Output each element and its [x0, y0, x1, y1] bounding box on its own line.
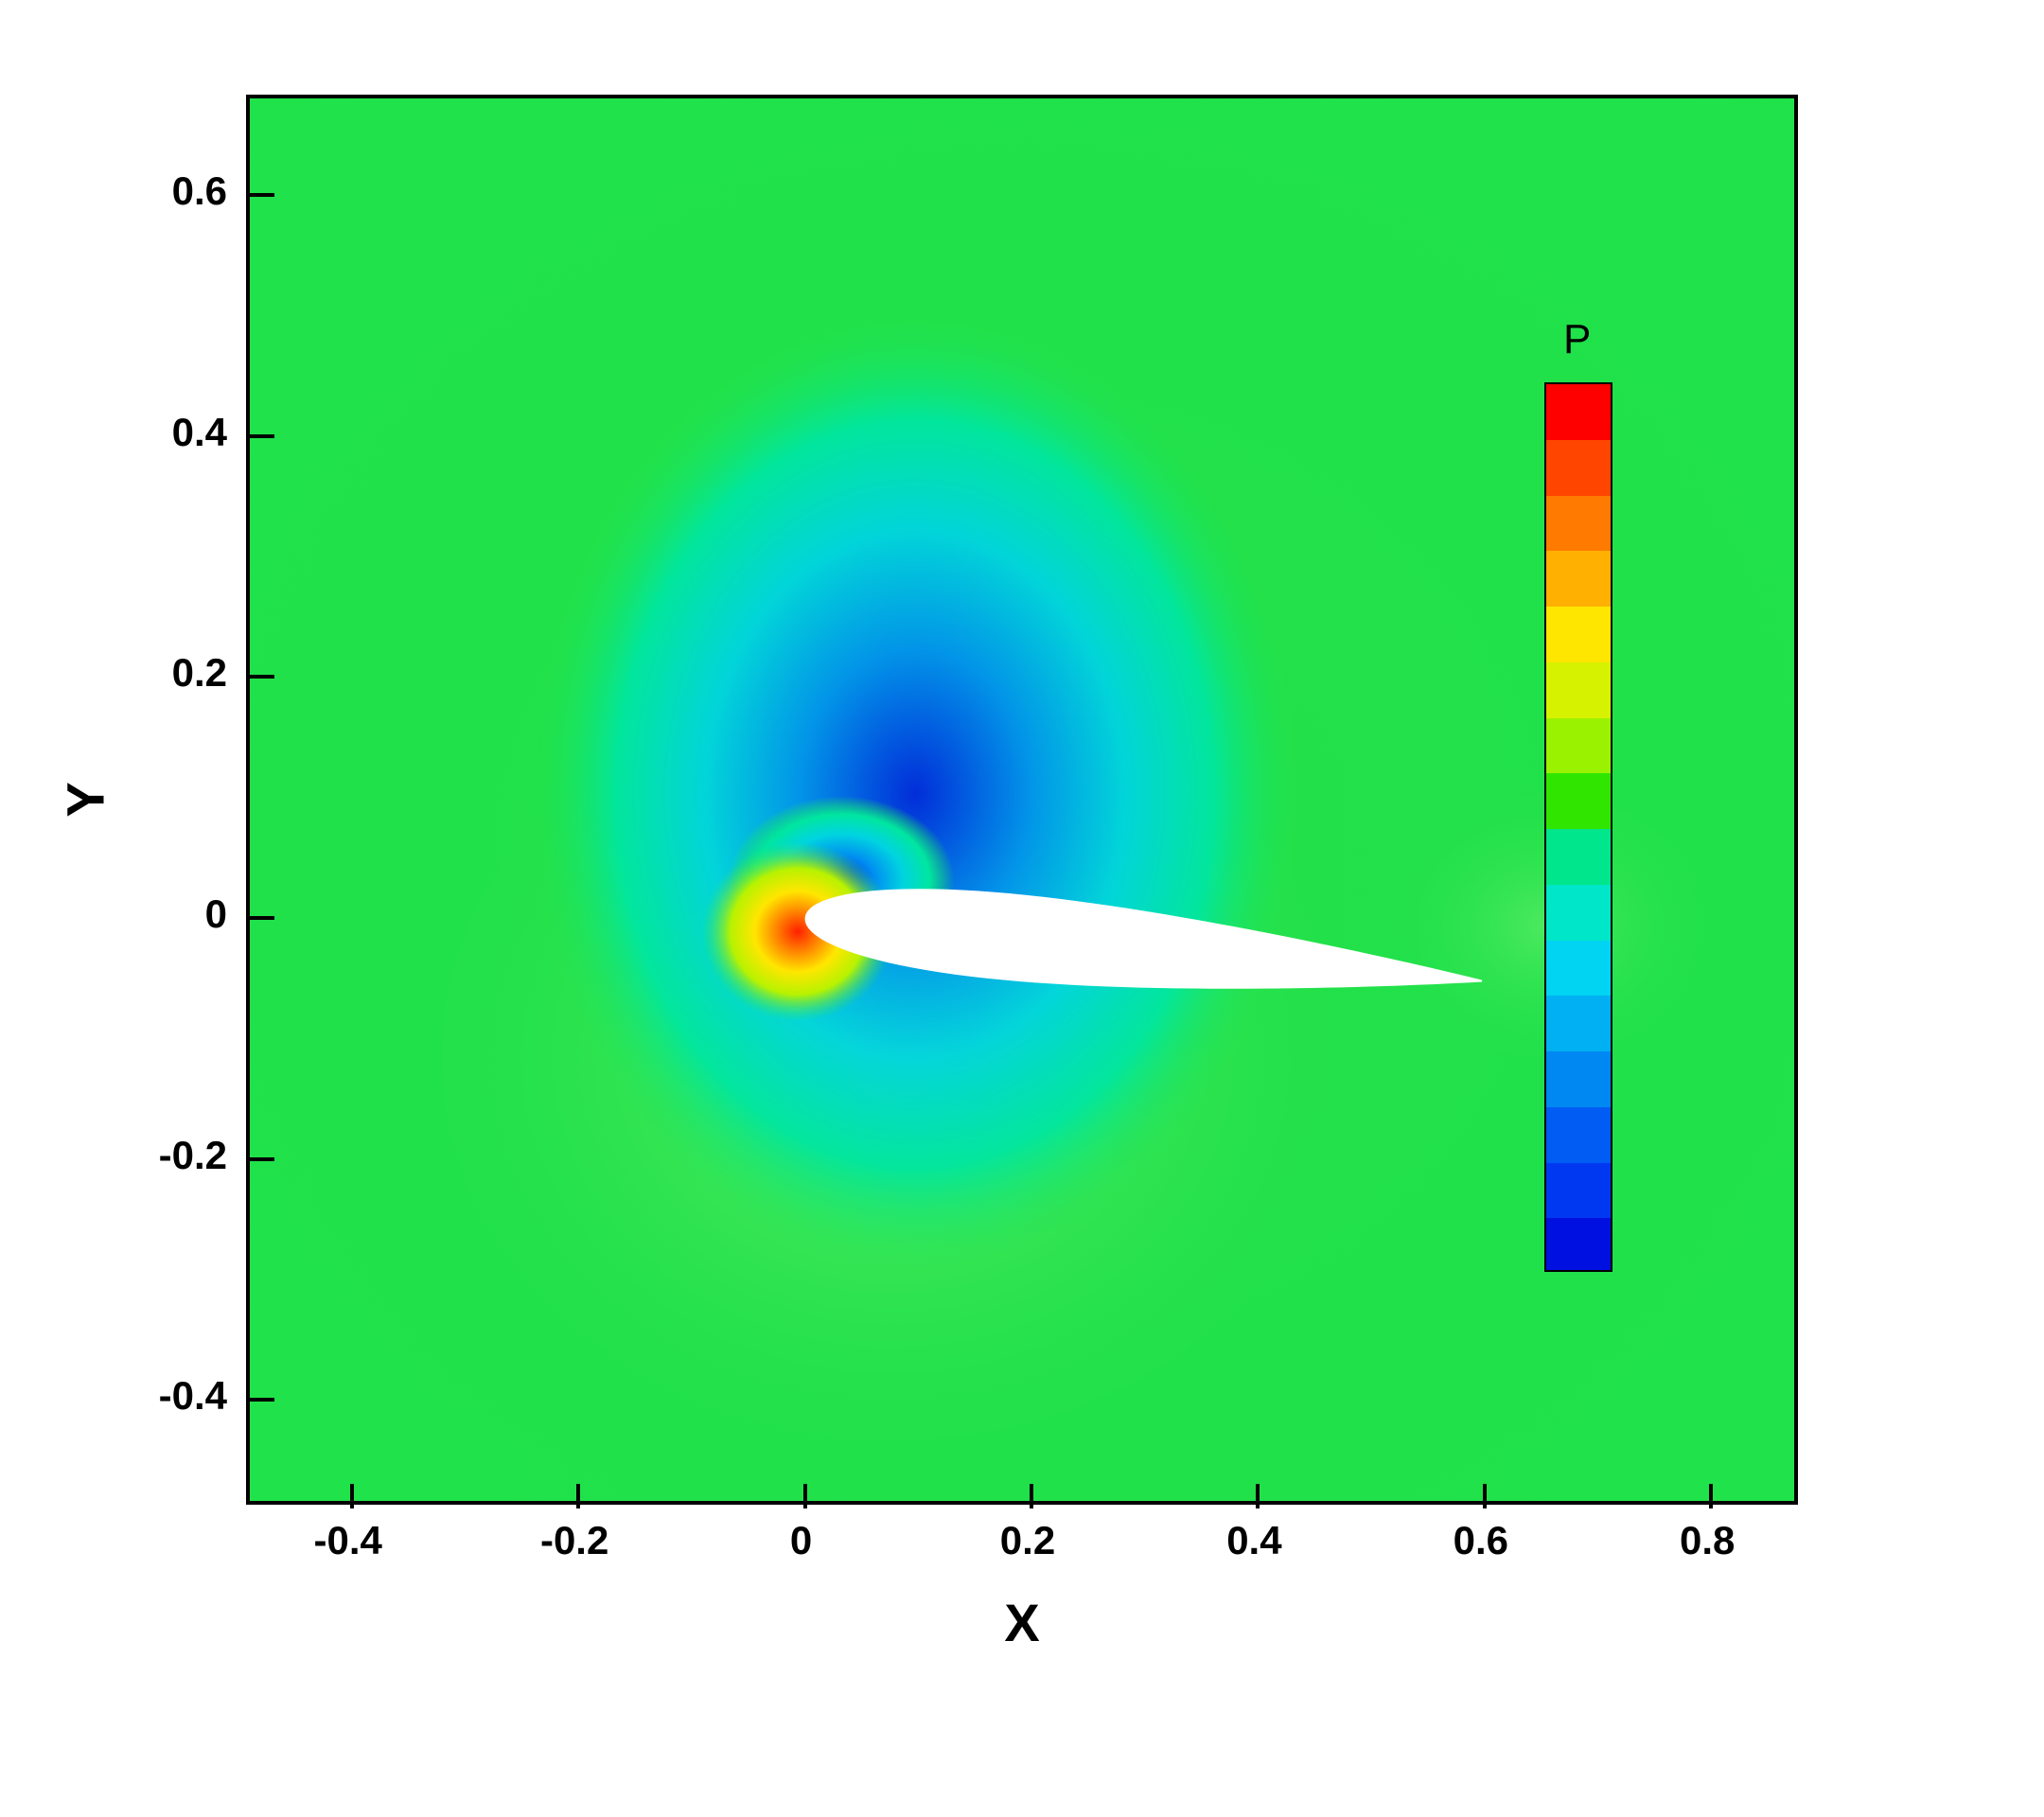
colorbar-band [1546, 607, 1611, 662]
x-tick-label: 0.8 [1680, 1518, 1735, 1563]
y-tick-label: 0.6 [172, 168, 227, 214]
y-tick [250, 434, 274, 438]
x-tick-label: 0.4 [1226, 1518, 1281, 1563]
colorbar-band [1546, 496, 1611, 552]
colorbar-band [1546, 996, 1611, 1051]
x-tick-label: 0 [790, 1518, 812, 1563]
colorbar-band [1546, 1163, 1611, 1219]
y-tick-label: -0.4 [159, 1373, 227, 1419]
x-tick-label: 0.2 [1000, 1518, 1055, 1563]
y-axis-label: Y [55, 782, 116, 817]
colorbar: 70006000500040003000200010000-1000-2000-… [1544, 382, 1612, 1272]
figure-frame: P 70006000500040003000200010000-1000-200… [0, 0, 2044, 1817]
x-tick [350, 1484, 354, 1508]
x-tick [1709, 1484, 1713, 1508]
y-tick [250, 1398, 274, 1402]
y-tick [250, 193, 274, 197]
colorbar-band [1546, 1051, 1611, 1107]
colorbar-band [1546, 1218, 1611, 1272]
x-tick-label: 0.6 [1454, 1518, 1508, 1563]
colorbar-band [1546, 440, 1611, 496]
colorbar-band [1546, 885, 1611, 941]
x-tick [1483, 1484, 1487, 1508]
y-tick-label: 0 [205, 891, 227, 937]
colorbar-legend: P 70006000500040003000200010000-1000-200… [1544, 382, 1802, 1329]
x-tick [1256, 1484, 1260, 1508]
y-tick [250, 1157, 274, 1161]
colorbar-band [1546, 718, 1611, 774]
colorbar-band [1546, 941, 1611, 997]
x-axis-label: X [1004, 1592, 1039, 1653]
colorbar-title: P [1563, 316, 1591, 363]
colorbar-band [1546, 384, 1611, 440]
colorbar-band [1546, 1107, 1611, 1163]
x-tick [1030, 1484, 1033, 1508]
x-tick-label: -0.4 [314, 1518, 382, 1563]
colorbar-band [1546, 551, 1611, 607]
plot-area: P 70006000500040003000200010000-1000-200… [246, 95, 1798, 1505]
x-tick [576, 1484, 580, 1508]
y-tick [250, 916, 274, 920]
x-tick-label: -0.2 [540, 1518, 608, 1563]
y-tick [250, 675, 274, 679]
colorbar-band [1546, 829, 1611, 885]
colorbar-band [1546, 773, 1611, 829]
y-tick-label: 0.4 [172, 410, 227, 455]
x-tick [803, 1484, 807, 1508]
colorbar-band [1546, 662, 1611, 718]
y-tick-label: 0.2 [172, 650, 227, 696]
y-tick-label: -0.2 [159, 1133, 227, 1178]
